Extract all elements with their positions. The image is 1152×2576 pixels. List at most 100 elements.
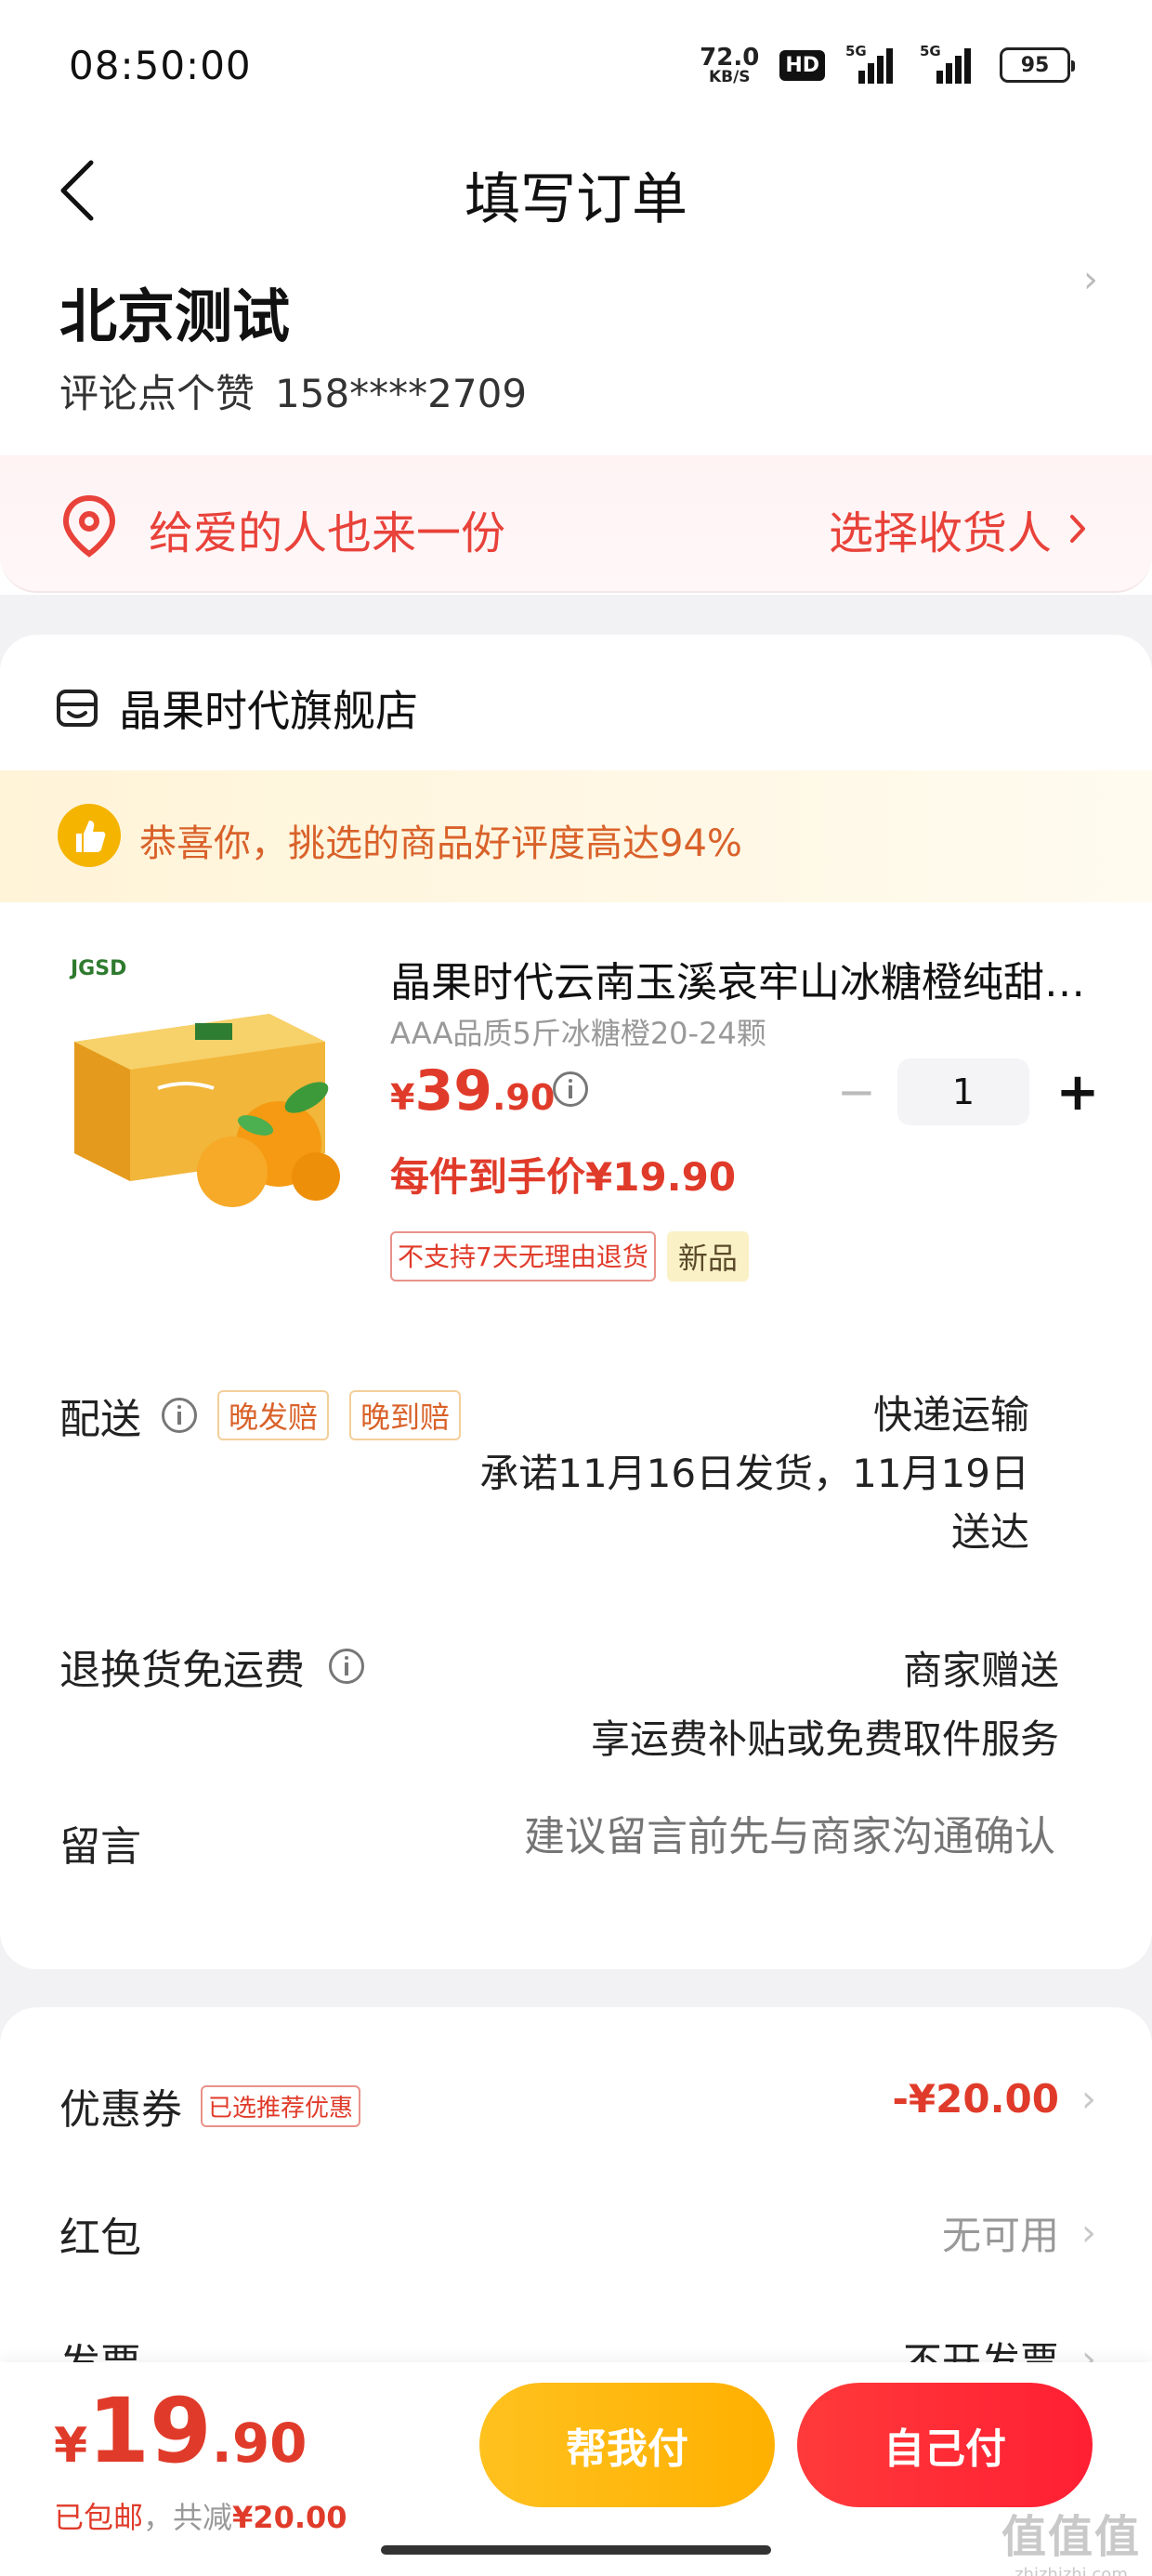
store-icon	[57, 690, 98, 727]
return-info-icon[interactable]	[329, 1649, 364, 1684]
signal-label: 5G	[845, 43, 867, 59]
address-section[interactable]: 北京测试 › 评论点个赞 158****2709 给爱的人也来一份 选择收货人	[0, 251, 1152, 595]
delivery-label: 配送	[59, 1396, 141, 1443]
delivery-row[interactable]: 配送 晚发赔 晚到赔 快递运输 承诺11月16日发货，11月19日送达	[0, 1386, 1152, 1571]
return-shipping-desc: 享运费补贴或免费取件服务	[590, 1715, 1059, 1762]
contact-phone: 158****2709	[275, 371, 528, 416]
store-header[interactable]: 晶果时代旗舰店	[56, 677, 418, 739]
battery-level: 95	[1020, 53, 1050, 77]
late-arrive-tag: 晚到赔	[349, 1390, 462, 1440]
return-shipping-value: 商家赠送	[902, 1648, 1059, 1693]
message-input[interactable]	[405, 1813, 1055, 1860]
late-ship-tag: 晚发赔	[217, 1390, 330, 1440]
unit-price: 每件到手价¥19.90	[390, 1154, 737, 1200]
coupon-label: 优惠券	[59, 2086, 182, 2134]
recipient-contact: 评论点个赞 158****2709	[59, 362, 527, 419]
checkout-bar: ¥19.90 已包邮，共减¥20.00 帮我付 自己付	[0, 2362, 1152, 2576]
return-shipping-row[interactable]: 退换货免运费 商家赠送 享运费补贴或免费取件服务	[0, 1636, 1152, 1767]
gift-bar[interactable]: 给爱的人也来一份 选择收货人	[0, 455, 1152, 593]
increase-button[interactable]: +	[1050, 1062, 1106, 1123]
delivery-method: 快递运输	[872, 1392, 1029, 1438]
decrease-button[interactable]: −	[829, 1064, 884, 1120]
watermark: 值值值 zhizhizhi.com	[1001, 2500, 1141, 2576]
gift-text: 给爱的人也来一份	[149, 507, 506, 559]
product-image[interactable]: JGSD	[56, 940, 344, 1218]
store-card: 晶果时代旗舰店 恭喜你，挑选的商品好评度高达94% JGSD 晶果时代云南玉溪哀…	[0, 635, 1152, 1969]
free-shipping-text: 已包邮	[54, 2500, 144, 2535]
total-price: ¥19.90	[54, 2379, 308, 2483]
product-spec[interactable]: AAA品质5斤冰糖橙20-24颗	[390, 1010, 766, 1053]
total-decimal: .90	[211, 2412, 308, 2475]
coupon-tag: 已选推荐优惠	[201, 2084, 361, 2127]
home-indicator[interactable]	[381, 2545, 771, 2555]
price-decimal: .90	[491, 1077, 556, 1118]
redpacket-row[interactable]: 红包 无可用 ›	[0, 2186, 1152, 2269]
product-image-brand: JGSD	[69, 957, 126, 980]
product-title[interactable]: 晶果时代云南玉溪哀牢山冰糖橙纯甜新鲜水果	[390, 949, 1096, 1008]
self-pay-button[interactable]: 自己付	[797, 2383, 1093, 2507]
location-pin-icon	[62, 494, 116, 558]
total-symbol: ¥	[54, 2418, 88, 2474]
reduced-prefix: ，共减	[143, 2500, 233, 2535]
help-pay-button[interactable]: 帮我付	[479, 2383, 775, 2507]
quantity-stepper: − 1 +	[829, 1058, 1106, 1125]
price-integer: 39	[414, 1058, 492, 1124]
status-icons: 72.0 KB/S HD 5G 5G 95	[700, 43, 1075, 87]
chevron-right-icon	[1070, 515, 1085, 543]
total-summary: 已包邮，共减¥20.00	[54, 2494, 347, 2537]
nav-bar: 填写订单	[0, 130, 1152, 251]
select-recipient-link[interactable]: 选择收货人	[829, 496, 1087, 561]
chevron-right-icon: ›	[1081, 2211, 1096, 2254]
page-title: 填写订单	[465, 167, 687, 232]
battery-icon: 95	[1000, 47, 1075, 83]
select-recipient-label: 选择收货人	[828, 507, 1052, 559]
order-page: 08:50:00 72.0 KB/S HD 5G 5G 95 填写订单 北京测试…	[0, 0, 1152, 2576]
signal-icon: 5G	[845, 43, 899, 84]
delivery-promise: 承诺11月16日发货，11月19日送达	[479, 1451, 1029, 1555]
coupon-row[interactable]: 优惠券 已选推荐优惠 -¥20.00 ›	[0, 2057, 1152, 2141]
quantity-value[interactable]: 1	[897, 1058, 1029, 1125]
chevron-right-icon: ›	[1083, 258, 1098, 301]
reduced-amount: ¥20.00	[232, 2500, 347, 2535]
praise-text: 恭喜你，挑选的商品好评度高达94%	[139, 822, 742, 865]
no-return-tag: 不支持7天无理由退货	[390, 1231, 656, 1281]
praise-bar: 恭喜你，挑选的商品好评度高达94%	[0, 770, 1152, 902]
watermark-url: zhizhizhi.com	[1015, 2565, 1128, 2576]
price-symbol: ¥	[390, 1077, 415, 1118]
delivery-info-icon[interactable]	[162, 1398, 197, 1433]
redpacket-label-group: 红包	[59, 2204, 141, 2264]
coupon-value: -¥20.00	[892, 2076, 1059, 2122]
coupon-label-group: 优惠券 已选推荐优惠	[59, 2076, 361, 2136]
recipient-name: 北京测试	[59, 283, 291, 350]
hd-icon: HD	[779, 49, 825, 81]
message-row: 留言	[0, 1813, 1152, 1887]
status-time: 08:50:00	[69, 43, 252, 88]
signal-label-2: 5G	[920, 43, 941, 59]
net-speed-unit: KB/S	[708, 67, 751, 86]
net-speed: 72.0 KB/S	[700, 46, 759, 85]
net-speed-value: 72.0	[700, 43, 760, 72]
redpacket-value-group: 无可用 ›	[942, 2204, 1096, 2261]
signal-icon-2: 5G	[920, 43, 979, 84]
message-label: 留言	[59, 1823, 141, 1871]
delivery-info: 快递运输 承诺11月16日发货，11月19日送达	[472, 1386, 1029, 1561]
new-product-tag: 新品	[666, 1231, 749, 1281]
chevron-right-icon: ›	[1081, 2077, 1096, 2121]
return-shipping-label-group: 退换货免运费	[59, 1636, 364, 1696]
watermark-logo: 值值值	[1001, 2511, 1141, 2563]
coupon-value-group: -¥20.00 ›	[892, 2076, 1096, 2122]
redpacket-value: 无可用	[941, 2213, 1059, 2258]
product-price: ¥39.90	[390, 1058, 555, 1124]
status-bar: 08:50:00 72.0 KB/S HD 5G 5G 95	[0, 0, 1152, 130]
return-shipping-info: 商家赠送 享运费补贴或免费取件服务	[591, 1636, 1059, 1773]
total-integer: 19	[87, 2379, 212, 2483]
thumbs-up-icon	[58, 804, 121, 867]
return-shipping-label: 退换货免运费	[59, 1647, 305, 1694]
price-info-icon[interactable]	[553, 1071, 588, 1107]
redpacket-label: 红包	[59, 2215, 141, 2262]
store-name: 晶果时代旗舰店	[119, 686, 418, 736]
contact-name: 评论点个赞	[59, 371, 255, 416]
product-item: JGSD 晶果时代云南玉溪哀牢山冰糖橙纯甜新鲜水果 AAA品质5斤冰糖橙20-2…	[0, 902, 1152, 1339]
product-tags: 不支持7天无理由退货 新品	[390, 1231, 749, 1281]
delivery-label-group: 配送 晚发赔 晚到赔	[59, 1386, 462, 1445]
